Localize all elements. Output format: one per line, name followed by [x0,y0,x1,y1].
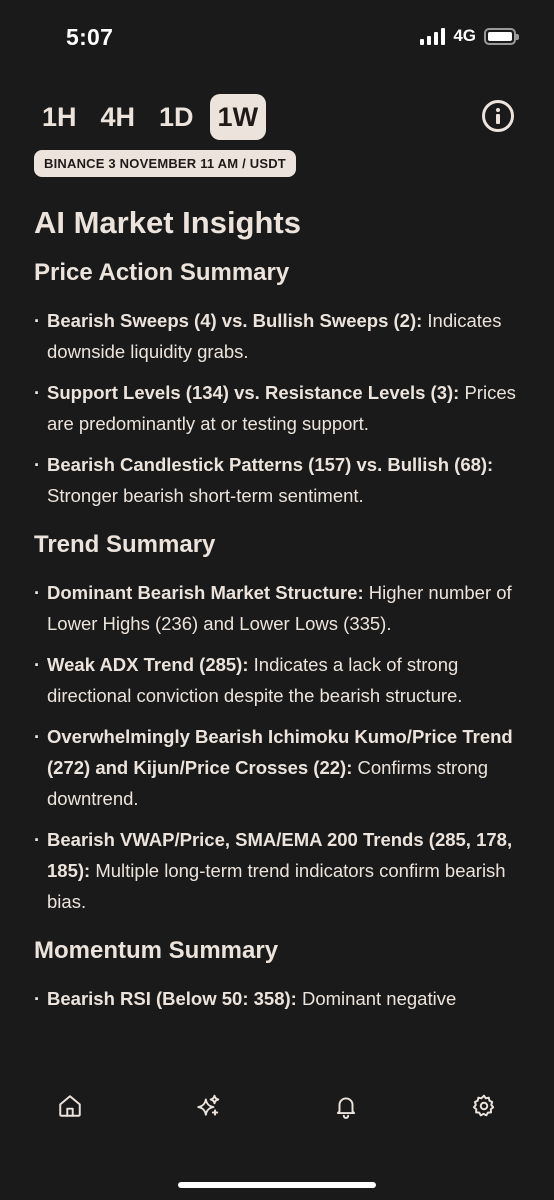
timeframe-1w[interactable]: 1W [209,94,267,140]
section-momentum: Momentum Summary Bearish RSI (Below 50: … [34,937,524,1014]
section-title: Trend Summary [34,531,216,558]
gear-icon[interactable] [468,1090,500,1122]
signal-icon [420,27,446,45]
section-trend: Trend Summary Dominant Bearish Market St… [34,531,524,917]
insights-content: AI Market Insights Price Action Summary … [34,205,524,1034]
list-item: Bearish VWAP/Price, SMA/EMA 200 Trends (… [34,824,524,917]
status-indicators: 4G [420,26,519,46]
status-bar: 5:07 4G [0,0,554,72]
battery-icon [484,27,519,45]
sparkles-icon[interactable] [192,1090,224,1122]
source-badge: BINANCE 3 NOVEMBER 11 AM / USDT [34,150,296,177]
list-item: Bearish Sweeps (4) vs. Bullish Sweeps (2… [34,305,524,367]
page-title: AI Market Insights [34,205,301,240]
list-item: Bearish Candlestick Patterns (157) vs. B… [34,449,524,511]
list-item: Dominant Bearish Market Structure: Highe… [34,577,524,639]
timeframe-1d[interactable]: 1D [151,94,202,140]
bell-icon[interactable] [330,1090,362,1122]
status-time: 5:07 [66,24,114,50]
section-title: Momentum Summary [34,937,279,964]
home-icon[interactable] [54,1090,86,1122]
timeframe-4h[interactable]: 4H [93,94,144,140]
list-item: Bearish RSI (Below 50: 358): Dominant ne… [34,983,524,1014]
section-title: Price Action Summary [34,259,290,286]
network-label: 4G [453,26,476,45]
tab-bar [0,1090,554,1150]
list-item: Weak ADX Trend (285): Indicates a lack o… [34,649,524,711]
timeframe-1h[interactable]: 1H [34,94,85,140]
home-indicator[interactable] [178,1182,376,1188]
info-icon[interactable] [482,100,514,132]
timeframe-selector: 1H 4H 1D 1W [34,94,267,140]
list-item: Overwhelmingly Bearish Ichimoku Kumo/Pri… [34,721,524,814]
app-screen: 5:07 4G 1H 4H 1D 1W BINANCE 3 NOVEMBER 1… [0,0,554,1200]
list-item: Support Levels (134) vs. Resistance Leve… [34,377,524,439]
bullet-list: Bearish RSI (Below 50: 358): Dominant ne… [34,983,524,1014]
bullet-list: Bearish Sweeps (4) vs. Bullish Sweeps (2… [34,305,524,511]
bullet-list: Dominant Bearish Market Structure: Highe… [34,577,524,917]
section-price-action: Price Action Summary Bearish Sweeps (4) … [34,259,524,511]
